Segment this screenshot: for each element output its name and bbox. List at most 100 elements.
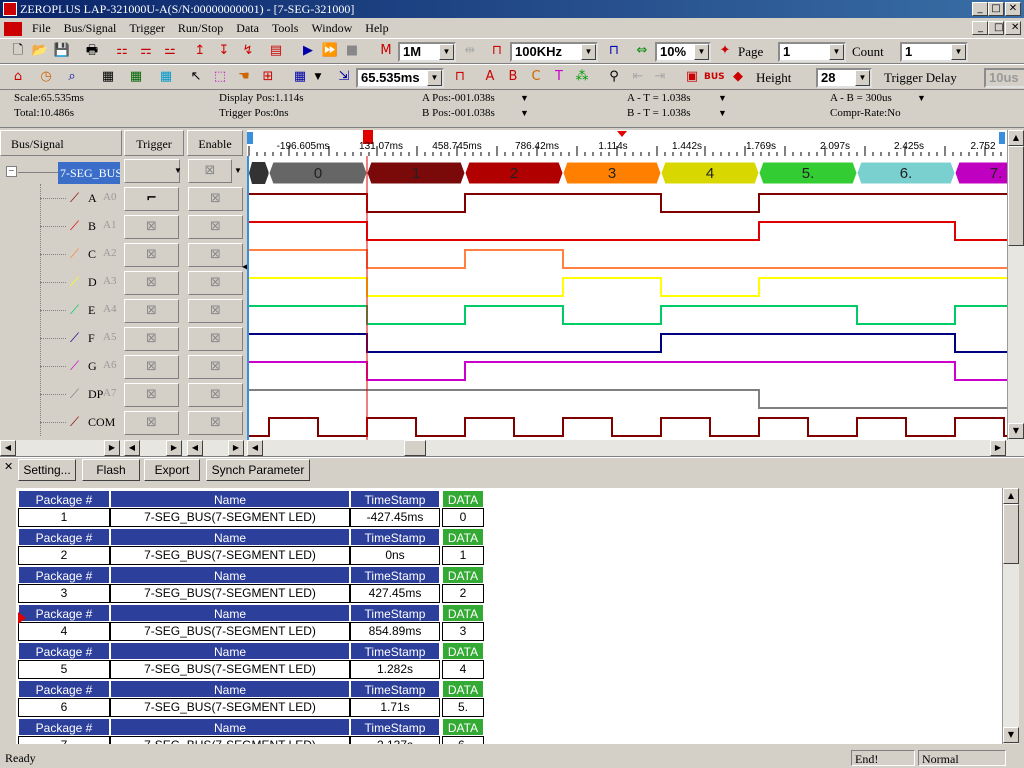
signal-row-d[interactable]: ⟋ D A3: [0, 270, 122, 298]
child-close-button[interactable]: ✕: [1005, 21, 1021, 35]
open-folder-icon[interactable]: 📂: [30, 41, 50, 61]
find-icon[interactable]: ⚲: [604, 67, 624, 87]
trigger-cell-a[interactable]: ⌐: [124, 187, 179, 211]
enable-cell-a[interactable]: ⊠: [188, 187, 243, 211]
enable-cell-com[interactable]: ⊠: [188, 411, 243, 435]
menu-tools[interactable]: Tools: [267, 18, 304, 38]
enable-cell-dp[interactable]: ⊠: [188, 383, 243, 407]
a-t-dropdown[interactable]: ▼: [718, 93, 727, 103]
grid-blue-icon[interactable]: ▦: [156, 67, 176, 87]
maximize-button[interactable]: □: [988, 2, 1004, 16]
run-repeat-icon[interactable]: ⏩: [320, 41, 340, 61]
waveform-area[interactable]: 0 1 2 3 4 5. 6. 7.: [247, 156, 1007, 440]
signal-row-dp[interactable]: ⟋ DP A7: [0, 382, 122, 410]
signal-scroll-left[interactable]: ◀: [0, 440, 16, 456]
packet-row[interactable]: Package #3 Name 7-SEG_BUS(7-SEGMENT LED) Ti…: [18, 566, 484, 604]
signal-up-icon[interactable]: ↥: [190, 41, 210, 61]
grid-icon[interactable]: ▦: [98, 67, 118, 87]
flash-button[interactable]: Flash: [82, 459, 140, 481]
resize-grip[interactable]: [1008, 750, 1022, 766]
packet-row[interactable]: Package #5 Name 7-SEG_BUS(7-SEGMENT LED) Ti…: [18, 642, 484, 680]
enable-scroll-left[interactable]: ◀: [187, 440, 203, 456]
select-icon[interactable]: ⬚: [210, 67, 230, 87]
bus-ungroup-icon[interactable]: ⚎: [136, 41, 156, 61]
b-pos-dropdown[interactable]: ▼: [520, 108, 529, 118]
splitter[interactable]: [0, 456, 1024, 458]
zoom-region-icon[interactable]: ⊞: [258, 67, 278, 87]
minimize-button[interactable]: _: [972, 2, 988, 16]
count-select[interactable]: 1 ▼: [900, 42, 968, 62]
packet-scroll-down[interactable]: ▼: [1003, 727, 1019, 743]
trigger-cursor-icon[interactable]: ⊓: [450, 67, 470, 87]
hand-icon[interactable]: ☚: [234, 67, 254, 87]
scroll-up-button[interactable]: ▲: [1008, 130, 1024, 146]
memory-select[interactable]: 1M ▼: [398, 42, 456, 62]
bus-trigger-dropdown[interactable]: ▼: [174, 166, 182, 175]
signal-row-a[interactable]: ⟋ A A0: [0, 186, 122, 214]
trigger-delay-input[interactable]: 10us: [984, 68, 1024, 88]
trigger-scroll-right[interactable]: ▶: [166, 440, 182, 456]
menu-bus-signal[interactable]: Bus/Signal: [59, 18, 122, 38]
timebase-select[interactable]: 65.535ms ▼: [356, 68, 444, 88]
packet-scroll-thumb[interactable]: [1003, 504, 1019, 564]
child-restore-button[interactable]: □: [988, 21, 1004, 35]
stop-icon[interactable]: ■: [342, 41, 362, 61]
bar-t-icon[interactable]: T: [549, 67, 569, 87]
wave-scroll-right[interactable]: ▶: [990, 440, 1006, 456]
signal-row-b[interactable]: ⟋ B A1: [0, 214, 122, 242]
scroll-thumb[interactable]: [1008, 146, 1024, 246]
bar-b-icon[interactable]: B: [503, 67, 523, 87]
bar-c-icon[interactable]: C: [526, 67, 546, 87]
enable-scroll-right[interactable]: ▶: [228, 440, 244, 456]
enable-cell-f[interactable]: ⊠: [188, 327, 243, 351]
bus-trigger-cell[interactable]: [124, 159, 180, 183]
packet-row[interactable]: Package #6 Name 7-SEG_BUS(7-SEGMENT LED) Ti…: [18, 680, 484, 718]
trigger-cell-com[interactable]: ⊠: [124, 411, 179, 435]
enable-cell-g[interactable]: ⊠: [188, 355, 243, 379]
find-prev-icon[interactable]: ⇤: [628, 67, 648, 87]
zoom-dropdown-icon[interactable]: ▼: [308, 67, 328, 87]
wave-scroll-thumb[interactable]: [404, 440, 426, 456]
trigger-scroll-left[interactable]: ◀: [124, 440, 140, 456]
b-t-dropdown[interactable]: ▼: [718, 108, 727, 118]
home-icon[interactable]: ⌂: [8, 67, 28, 87]
packet-scroll-up[interactable]: ▲: [1003, 488, 1019, 504]
packet-row[interactable]: Package #4 Name 7-SEG_BUS(7-SEGMENT LED) Ti…: [18, 604, 484, 642]
bus-enable-cell[interactable]: ⊠: [188, 159, 232, 183]
packet-row[interactable]: Package #1 Name 7-SEG_BUS(7-SEGMENT LED) Ti…: [18, 490, 484, 528]
signal-delete-icon[interactable]: ↯: [238, 41, 258, 61]
setting-button[interactable]: Setting...: [18, 459, 76, 481]
trigger-cell-e[interactable]: ⊠: [124, 299, 179, 323]
print-icon[interactable]: 🖶: [82, 41, 102, 61]
close-button[interactable]: ✕: [1005, 2, 1021, 16]
collapse-icon[interactable]: −: [6, 166, 17, 177]
search-icon[interactable]: ⌕: [62, 67, 82, 87]
signal-row-e[interactable]: ⟋ E A4: [0, 298, 122, 326]
scroll-down-button[interactable]: ▼: [1008, 423, 1024, 439]
trigger-position-select[interactable]: 10% ▼: [655, 42, 711, 62]
enable-cell-b[interactable]: ⊠: [188, 215, 243, 239]
signal-row-f[interactable]: ⟋ F A5: [0, 326, 122, 354]
new-file-icon[interactable]: 🗋: [8, 41, 28, 61]
packet-row[interactable]: Package #2 Name 7-SEG_BUS(7-SEGMENT LED) Ti…: [18, 528, 484, 566]
a-pos-dropdown[interactable]: ▼: [520, 93, 529, 103]
enable-cell-d[interactable]: ⊠: [188, 271, 243, 295]
zoom-icon[interactable]: ▦: [290, 67, 310, 87]
packet-row[interactable]: Package #7Name7-SEG_BUS(7-SEGMENT LED)Ti…: [18, 718, 484, 744]
enable-cell-c[interactable]: ⊠: [188, 243, 243, 267]
export-button[interactable]: Export: [144, 459, 200, 481]
menu-data[interactable]: Data: [231, 18, 264, 38]
menu-file[interactable]: File: [27, 18, 56, 38]
grid-green-icon[interactable]: ▦: [126, 67, 146, 87]
signal-add-icon[interactable]: ⚍: [160, 41, 180, 61]
a-b-dropdown[interactable]: ▼: [917, 93, 926, 103]
menu-run-stop[interactable]: Run/Stop: [173, 18, 228, 38]
enable-cell-e[interactable]: ⊠: [188, 299, 243, 323]
signal-scroll-right[interactable]: ▶: [104, 440, 120, 456]
trigger-cell-c[interactable]: ⊠: [124, 243, 179, 267]
find-next-icon[interactable]: ⇥: [650, 67, 670, 87]
pointer-icon[interactable]: ↖: [186, 67, 206, 87]
signal-row-c[interactable]: ⟋ C A2: [0, 242, 122, 270]
trigger-cell-b[interactable]: ⊠: [124, 215, 179, 239]
trigger-cell-f[interactable]: ⊠: [124, 327, 179, 351]
